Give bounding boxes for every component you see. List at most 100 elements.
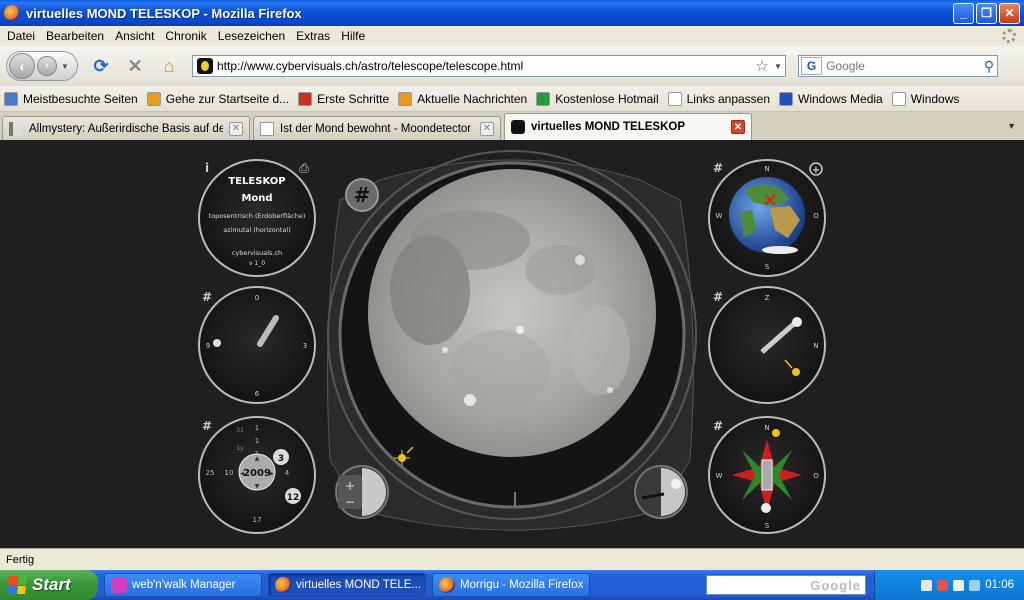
network-icon[interactable] xyxy=(921,579,933,591)
year-up-icon[interactable]: ▲ xyxy=(255,455,260,462)
taskbar-google-search[interactable]: Google xyxy=(706,575,866,595)
bookmark-item[interactable]: Aktuelle Nachrichten xyxy=(398,91,527,106)
home-button[interactable]: ⌂ xyxy=(158,55,180,77)
menu-hilfe[interactable]: Hilfe xyxy=(341,29,365,43)
menu-bearbeiten[interactable]: Bearbeiten xyxy=(46,29,104,43)
moon-phase-dial[interactable] xyxy=(634,465,688,519)
history-dropdown-icon[interactable]: ▼ xyxy=(61,62,69,71)
altitude-dial[interactable]: Z N xyxy=(708,286,826,404)
info-icon[interactable]: i xyxy=(205,161,209,175)
print-icon[interactable]: ⎙ xyxy=(299,161,309,175)
security-icon[interactable] xyxy=(937,579,949,591)
bookmark-icon xyxy=(891,91,906,106)
taskbar-item-morrigu[interactable]: Morrigu - Mozilla Firefox xyxy=(432,573,590,597)
url-input[interactable] xyxy=(217,57,753,75)
earth-view-dial[interactable]: N S W O xyxy=(708,159,826,277)
menu-lesezeichen[interactable]: Lesezeichen xyxy=(218,29,285,43)
bookmark-item[interactable]: Kostenlose Hotmail xyxy=(536,91,659,106)
bookmark-item[interactable]: Windows Media xyxy=(779,91,883,106)
url-dropdown-icon[interactable]: ▼ xyxy=(771,62,785,71)
time-hash-button[interactable]: # xyxy=(202,290,212,304)
system-tray: 01:06 xyxy=(874,570,1024,600)
taskbar-item-mond-teleskop[interactable]: virtuelles MOND TELE... xyxy=(268,573,426,597)
bookmark-item[interactable]: Meistbesuchte Seiten xyxy=(4,91,138,106)
day-value: 3 xyxy=(278,454,284,464)
moon-phase-icon xyxy=(671,479,681,489)
time-dial[interactable]: 0 3 6 9 xyxy=(198,286,316,404)
telescope-applet: # + − TELESKOP Mond toposentrisch (Erdob… xyxy=(198,150,826,534)
bookmarks-toolbar: Meistbesuchte Seiten Gehe zur Startseite … xyxy=(0,86,1024,112)
svg-text:1: 1 xyxy=(255,437,259,445)
close-tab-icon[interactable]: ✕ xyxy=(731,120,745,134)
tab-allmystery[interactable]: Allmystery: Außerirdische Basis auf de..… xyxy=(2,116,250,140)
zoom-control[interactable]: + − xyxy=(335,465,389,519)
year-prev-icon[interactable]: ◀ xyxy=(240,471,244,477)
tab-list-icon[interactable]: ▼ xyxy=(1007,121,1016,131)
search-icon[interactable]: ⚲ xyxy=(981,58,997,75)
volume-icon[interactable] xyxy=(953,579,965,591)
tab-moondetector[interactable]: Ist der Mond bewohnt - Moondetector ✕ xyxy=(253,116,501,140)
start-button[interactable]: Start xyxy=(0,570,98,600)
menu-datei[interactable]: Datei xyxy=(7,29,35,43)
info-object: Mond xyxy=(241,193,272,204)
svg-text:N: N xyxy=(764,424,769,432)
bookmark-icon xyxy=(667,91,682,106)
minimize-button[interactable]: _ xyxy=(953,2,974,24)
site-favicon-icon xyxy=(197,58,213,74)
window-title: virtuelles MOND TELESKOP - Mozilla Firef… xyxy=(26,5,302,21)
page-icon xyxy=(260,121,274,136)
year-next-icon[interactable]: ▶ xyxy=(270,471,274,477)
status-text: Fertig xyxy=(6,553,35,566)
search-input[interactable] xyxy=(822,59,982,73)
date-dial[interactable]: 1 31 1 1 1y 25 10 4 17 2009 ▲ ▼ ◀ ▶ 3 12 xyxy=(198,416,316,534)
bookmark-item[interactable]: Gehe zur Startseite d... xyxy=(146,91,289,106)
zoom-in-icon[interactable]: + xyxy=(345,479,355,493)
svg-text:4: 4 xyxy=(285,469,290,477)
close-button[interactable]: ✕ xyxy=(999,2,1020,24)
search-bar[interactable]: G ⚲ xyxy=(798,55,998,77)
maximize-button[interactable]: ❐ xyxy=(976,2,997,24)
bookmark-icon xyxy=(146,91,161,106)
svg-text:17: 17 xyxy=(253,516,262,524)
info-version: v 1_0 xyxy=(249,260,265,267)
tab-bar: Allmystery: Außerirdische Basis auf de..… xyxy=(0,112,1024,140)
main-telescope-view[interactable] xyxy=(327,150,697,531)
back-button[interactable]: ‹ xyxy=(9,53,35,79)
compass-hash-button[interactable]: # xyxy=(713,419,723,433)
menu-ansicht[interactable]: Ansicht xyxy=(115,29,154,43)
throbber-icon xyxy=(1002,29,1016,43)
year-down-icon[interactable]: ▼ xyxy=(255,483,260,490)
menu-extras[interactable]: Extras xyxy=(296,29,330,43)
close-tab-icon[interactable]: ✕ xyxy=(229,121,243,136)
info-line2: azimutal (horizontal) xyxy=(223,226,291,234)
display-icon[interactable] xyxy=(969,579,981,591)
taskbar-item-webnwalk[interactable]: web'n'walk Manager xyxy=(104,573,262,597)
close-tab-icon[interactable]: ✕ xyxy=(480,121,494,136)
altitude-hash-button[interactable]: # xyxy=(713,290,723,304)
stop-button[interactable]: ✕ xyxy=(124,55,146,77)
bookmark-item[interactable]: Erste Schritte xyxy=(298,91,389,106)
earth-hash-button[interactable]: # xyxy=(713,161,723,175)
windows-taskbar: Start web'n'walk Manager virtuelles MOND… xyxy=(0,570,1024,600)
zoom-out-icon[interactable]: − xyxy=(345,495,355,509)
grid-toggle-button[interactable]: # xyxy=(345,178,379,212)
bookmark-star-icon[interactable]: ☆ xyxy=(753,57,771,75)
tab-mond-teleskop[interactable]: virtuelles MOND TELESKOP ✕ xyxy=(504,113,752,140)
sun-direction-icon xyxy=(772,429,780,437)
search-engine-google-icon[interactable]: G xyxy=(801,57,823,75)
reload-button[interactable]: ⟳ xyxy=(90,55,112,77)
add-icon[interactable]: + xyxy=(809,162,823,176)
svg-text:S: S xyxy=(765,522,770,530)
back-forward-group: ‹ › ▼ xyxy=(6,51,78,81)
date-hash-button[interactable]: # xyxy=(202,419,212,433)
bookmark-item[interactable]: Windows xyxy=(891,91,959,106)
azimuth-compass-dial[interactable]: N S W O xyxy=(708,416,826,534)
forward-button[interactable]: › xyxy=(37,56,57,76)
address-bar[interactable]: ☆ ▼ xyxy=(192,55,786,77)
menu-chronik[interactable]: Chronik xyxy=(165,29,206,43)
bookmark-item[interactable]: Links anpassen xyxy=(667,91,770,106)
svg-text:31: 31 xyxy=(236,427,244,434)
svg-text:N: N xyxy=(813,342,818,350)
moon-direction-icon xyxy=(761,503,771,513)
navigation-toolbar: ‹ › ▼ ⟳ ✕ ⌂ ☆ ▼ G ⚲ xyxy=(0,46,1024,86)
